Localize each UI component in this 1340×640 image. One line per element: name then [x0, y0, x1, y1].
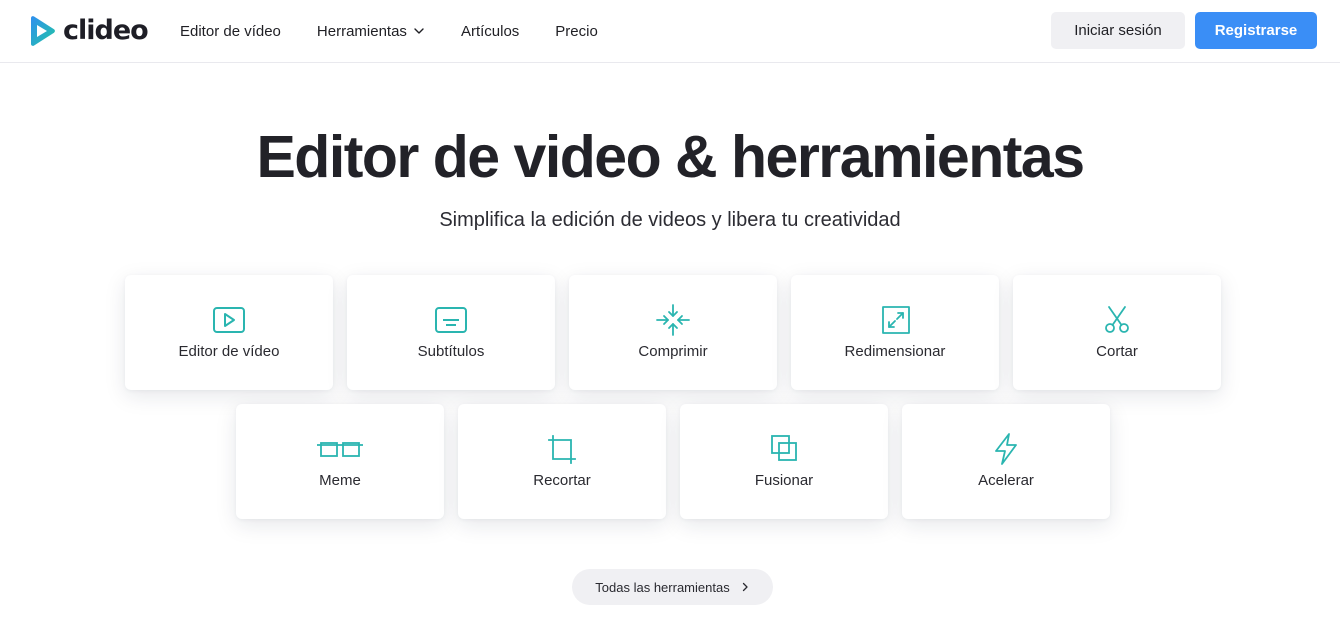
tool-card-speed[interactable]: Acelerar: [902, 404, 1110, 519]
nav-item-label: Artículos: [460, 22, 520, 40]
nav-item-tools[interactable]: Herramientas: [317, 23, 425, 40]
brand-name: clideo: [63, 15, 149, 46]
tool-card-merge[interactable]: Fusionar: [680, 404, 888, 519]
nav-item-label: Editor de vídeo: [180, 22, 281, 40]
chevron-right-icon: [742, 582, 748, 592]
site-header: clideo Editor de vídeo Herramientas Artí…: [0, 0, 1340, 63]
tool-label: Editor de vídeo: [178, 343, 280, 360]
tool-label: Recortar: [533, 472, 591, 489]
tool-card-subtitles[interactable]: Subtítulos: [347, 275, 555, 390]
tool-label: Comprimir: [638, 343, 708, 360]
subtitles-icon: [435, 307, 467, 333]
register-button[interactable]: Registrarse: [1195, 12, 1317, 49]
tool-label: Cortar: [1096, 343, 1138, 360]
merge-icon: [771, 435, 797, 461]
nav-item-video-editor[interactable]: Editor de vídeo: [180, 23, 281, 40]
all-tools-button[interactable]: Todas las herramientas: [572, 569, 773, 605]
nav-item-label: Precio: [555, 22, 598, 40]
all-tools-label: Todas las herramientas: [595, 579, 730, 595]
nav-item-articles[interactable]: Artículos: [461, 23, 519, 40]
page-title: Editor de video & herramientas: [256, 124, 1085, 190]
crop-icon: [548, 435, 576, 464]
lightning-icon: [995, 433, 1017, 465]
tool-card-resize[interactable]: Redimensionar: [791, 275, 999, 390]
tool-card-meme[interactable]: Meme: [236, 404, 444, 519]
tool-card-crop[interactable]: Recortar: [458, 404, 666, 519]
nav-item-pricing[interactable]: Precio: [555, 23, 598, 40]
play-icon: [213, 307, 245, 333]
login-button[interactable]: Iniciar sesión: [1051, 12, 1185, 49]
resize-icon: [882, 306, 910, 334]
tool-card-video-editor[interactable]: Editor de vídeo: [125, 275, 333, 390]
scissors-icon: [1105, 306, 1129, 333]
clideo-logo[interactable]: clideo: [27, 14, 149, 48]
tool-label: Fusionar: [754, 472, 814, 489]
clideo-logo-icon: [31, 16, 55, 46]
nav-item-label: Herramientas: [316, 22, 407, 40]
main-nav: Editor de vídeo Herramientas Artículos P…: [180, 0, 598, 62]
tool-label: Subtítulos: [417, 343, 485, 360]
chevron-down-icon: [414, 28, 424, 34]
tool-card-compress[interactable]: Comprimir: [569, 275, 777, 390]
page-subtitle: Simplifica la edición de videos y libera…: [439, 209, 901, 231]
compress-icon: [656, 304, 690, 336]
meme-glasses-icon: [317, 442, 363, 457]
tool-label: Redimensionar: [844, 343, 946, 360]
tool-label: Acelerar: [978, 472, 1034, 489]
tool-label: Meme: [319, 472, 361, 489]
tool-card-cut[interactable]: Cortar: [1013, 275, 1221, 390]
